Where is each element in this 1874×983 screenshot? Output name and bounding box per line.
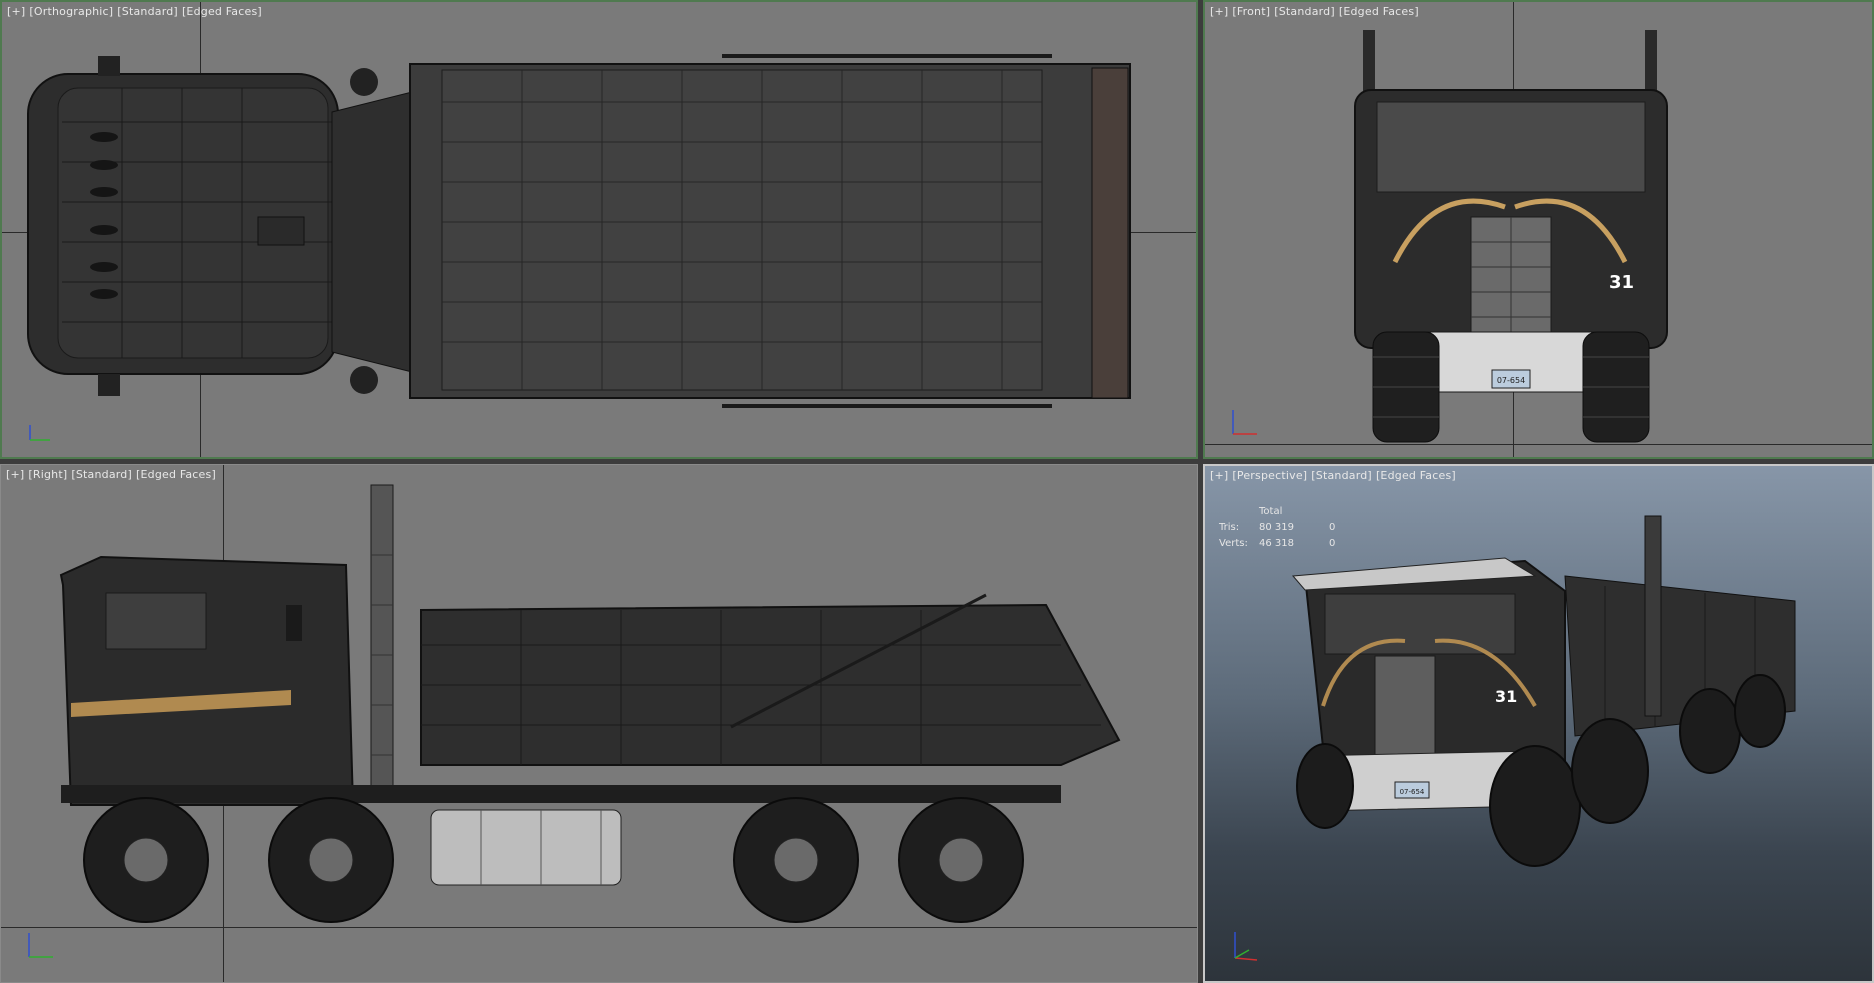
viewport-label-perspective[interactable]: [+] [Perspective] [Standard] [Edged Faces] [1210,469,1460,482]
axis-gizmo-icon [29,425,50,441]
stats-verts-label: Verts: [1219,538,1248,549]
viewport-shading-menu[interactable]: [Standard] [71,468,132,481]
viewport-faces-menu[interactable]: [Edged Faces] [1339,5,1419,18]
viewport-view-menu[interactable]: [Front] [1232,5,1270,18]
license-plate-text: 07-654 [1400,788,1425,796]
viewport-menu-plus[interactable]: [+] [1210,5,1228,18]
stats-header: Total [1259,506,1283,517]
viewport-top[interactable]: [+] [Orthographic] [Standard] [Edged Faces] [0,0,1198,459]
viewport-front[interactable]: 07-654 31 [+] [Front] [Standard] [Edged Fac… [1203,0,1874,459]
viewport-shading-menu[interactable]: [Standard] [117,5,178,18]
viewport-label-top[interactable]: [+] [Orthographic] [Standard] [Edged Faces] [7,5,266,18]
viewport-menu-plus[interactable]: [+] [7,5,25,18]
viewport-label-front[interactable]: [+] [Front] [Standard] [Edged Faces] [1210,5,1423,18]
truck-side-view[interactable] [1,465,1198,983]
stats-verts-total: 46 318 [1259,538,1294,549]
truck-top-view[interactable] [2,2,1198,459]
viewport-menu-plus[interactable]: [+] [6,468,24,481]
viewport-faces-menu[interactable]: [Edged Faces] [1376,469,1456,482]
viewport-view-menu[interactable]: [Orthographic] [29,5,113,18]
viewport-faces-menu[interactable]: [Edged Faces] [136,468,216,481]
viewport-menu-plus[interactable]: [+] [1210,469,1228,482]
viewport-view-menu[interactable]: [Right] [28,468,67,481]
truck-number-text: 31 [1495,687,1517,706]
viewport-label-right[interactable]: [+] [Right] [Standard] [Edged Faces] [6,468,220,481]
stats-verts-selected: 0 [1329,538,1336,549]
truck-front-view[interactable]: 07-654 31 [1205,2,1874,459]
stats-tris-label: Tris: [1219,522,1240,533]
stats-tris-total: 80 319 [1259,522,1294,533]
axis-gizmo-icon [28,933,53,958]
axis-gizmo-icon [1232,410,1257,435]
viewport-right[interactable]: [+] [Right] [Standard] [Edged Faces] [0,464,1198,983]
license-plate-text: 07-654 [1497,376,1525,385]
statistics-overlay: Total Tris: 80 319 0 Verts: 46 318 0 [1219,504,1349,552]
viewport-view-menu[interactable]: [Perspective] [1232,469,1307,482]
stats-tris-selected: 0 [1329,522,1336,533]
viewport-shading-menu[interactable]: [Standard] [1274,5,1335,18]
viewport-perspective[interactable]: 07-654 31 [+] [Perspective] [Standard] [Edg… [1203,464,1874,983]
viewport-shading-menu[interactable]: [Standard] [1311,469,1372,482]
viewport-faces-menu[interactable]: [Edged Faces] [182,5,262,18]
truck-number-text: 31 [1609,272,1634,293]
axis-gizmo-icon [1234,932,1258,961]
